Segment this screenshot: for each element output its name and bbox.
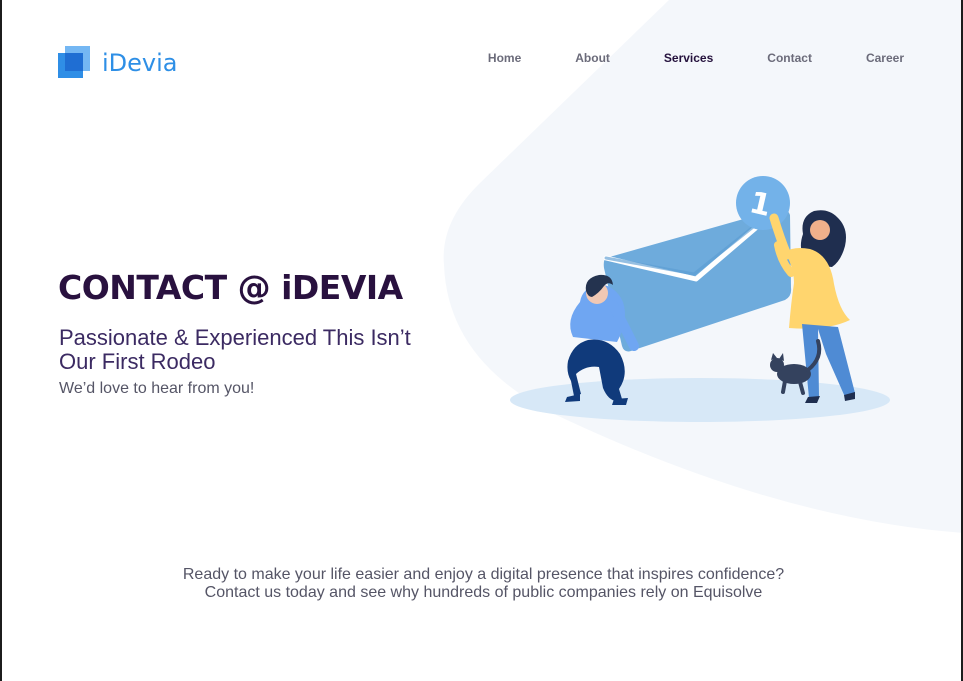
page-title: CONTACT @ iDEVIA [58, 268, 403, 307]
notification-badge-icon: 1 [736, 176, 790, 230]
hero-note: We’d love to hear from you! [59, 380, 255, 397]
stacked-squares-logo-icon [58, 46, 90, 78]
nav-career[interactable]: Career [866, 51, 904, 65]
nav-contact[interactable]: Contact [767, 51, 812, 65]
nav-services[interactable]: Services [664, 51, 713, 65]
brand-logo[interactable]: iDevia [58, 46, 178, 78]
brand-name: iDevia [102, 49, 178, 77]
hero-subtitle: Passionate & Experienced This Isn’t Our … [59, 325, 411, 374]
closing-line-2: Contact us today and see why hundreds of… [204, 584, 763, 601]
contact-page: iDevia Home About Services Contact Caree… [0, 0, 963, 681]
nav-about[interactable]: About [575, 51, 610, 65]
main-navigation: Home About Services Contact Career [488, 51, 904, 65]
nav-home[interactable]: Home [488, 51, 521, 65]
closing-message: Ready to make your life easier and enjoy… [2, 566, 961, 602]
envelope-icon [603, 208, 792, 352]
closing-line-1: Ready to make your life easier and enjoy… [182, 566, 785, 583]
contact-illustration: 1 [510, 176, 890, 422]
